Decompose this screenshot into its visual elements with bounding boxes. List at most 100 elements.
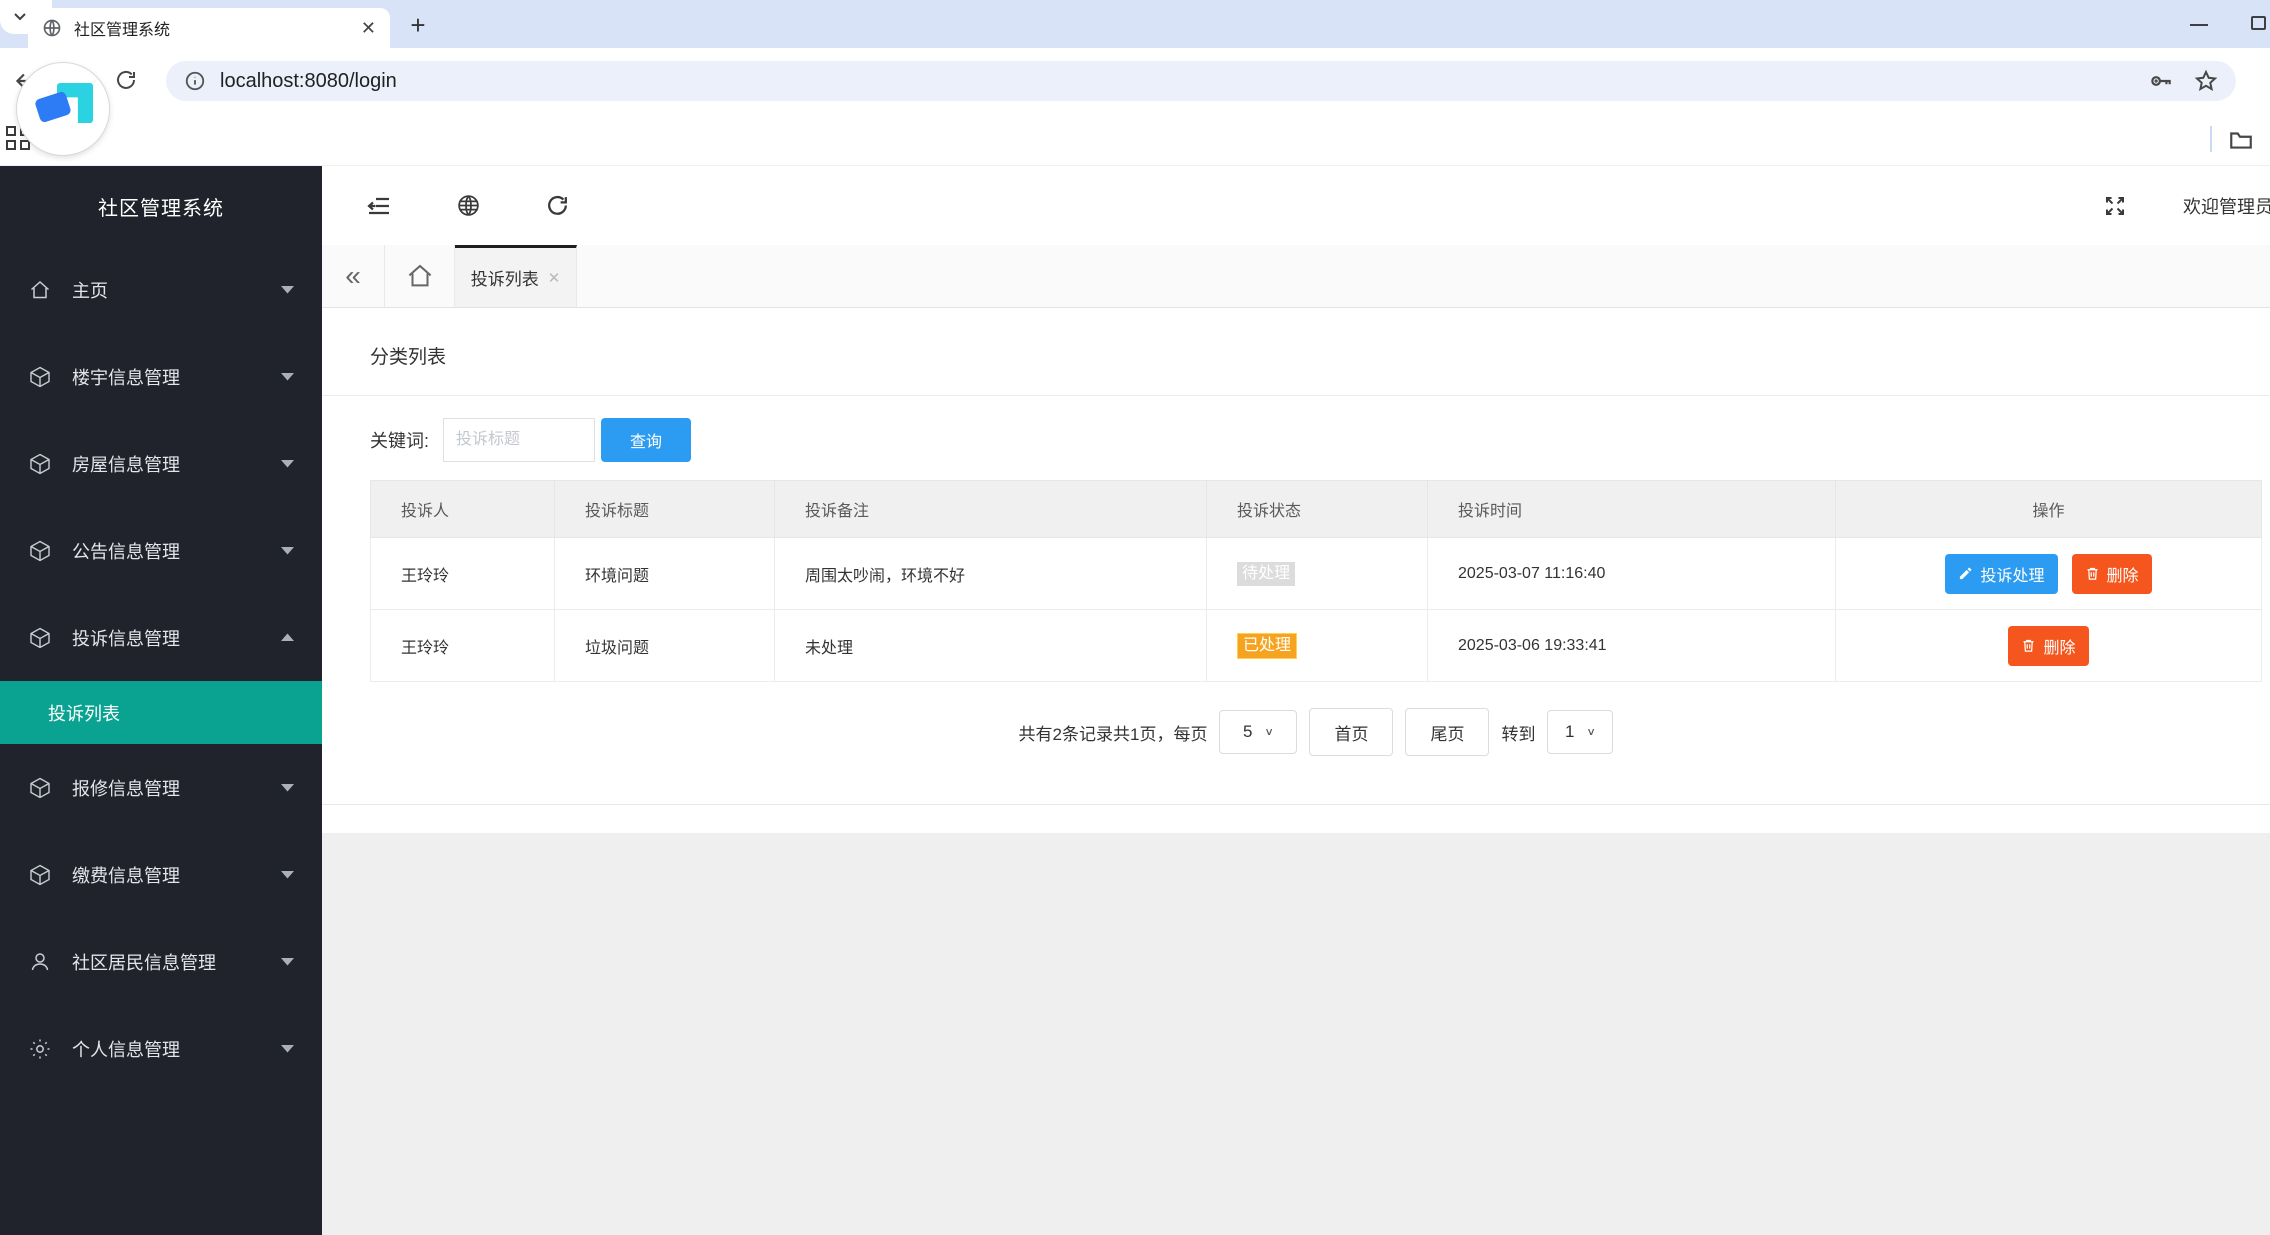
column-header: 投诉标题 [554,480,775,538]
caret-down-icon [281,870,294,879]
sidebar-item[interactable]: 房屋信息管理 [0,420,322,507]
browser-tab-strip: 社区管理系统 ✕ + [0,0,2270,48]
address-bar[interactable]: localhost:8080/login [166,61,2236,101]
last-page-button[interactable]: 尾页 [1405,708,1490,756]
search-button[interactable]: 查询 [601,418,692,462]
sidebar-item[interactable]: 楼宇信息管理 [0,333,322,420]
cell-complaint-title: 垃圾问题 [554,609,775,682]
status-badge: 已处理 [1237,632,1298,659]
divider [322,395,2270,396]
cell-actions: 删除 [1835,609,2262,682]
cell-complaint-status: 已处理 [1206,609,1428,682]
url-text[interactable]: localhost:8080/login [220,70,2148,93]
page-size-select[interactable]: 5 ∨ [1219,710,1298,754]
window-minimize-button[interactable] [2190,24,2208,26]
info-icon[interactable] [184,70,206,92]
complaint-table-wrap: 投诉人 投诉标题 投诉备注 投诉状态 投诉时间 操作 王玲玲 环境问题 周围太吵闹，环境不好 待… [370,480,2262,682]
sidebar-item[interactable]: 投诉信息管理 [0,594,322,681]
trash-icon [2021,638,2036,653]
tab-close-icon[interactable]: ✕ [361,19,376,37]
language-globe-icon[interactable] [456,193,481,218]
table-header-row: 投诉人 投诉标题 投诉备注 投诉状态 投诉时间 操作 [370,480,2262,538]
caret-down-icon [281,372,294,381]
home-tab-icon[interactable] [385,245,455,307]
sidebar-item-label: 楼宇信息管理 [72,367,180,388]
gear-icon [28,1037,52,1061]
cube-icon [28,776,52,800]
content-panel: 分类列表 关键词: 查询 投诉人投诉标题投诉备注投诉状态投诉时间操作 王玲玲环境 [322,308,2270,805]
floating-assistant-ball[interactable] [16,62,110,156]
page-background [322,833,2270,1235]
table-row: 王玲玲 垃圾问题 未处理 已处理 2025-03-06 19:33:41 删除 [370,609,2262,682]
sidebar-app-title: 社区管理系统 [98,197,224,220]
goto-page-select[interactable]: 1 ∨ [1547,710,1614,754]
delete-button[interactable]: 删除 [2071,553,2152,594]
caret-down-icon [281,459,294,468]
sidebar-item-label: 个人信息管理 [72,1039,180,1060]
keyword-input[interactable] [443,418,596,462]
caret-down-icon [281,546,294,555]
table-body: 王玲玲 环境问题 周围太吵闹，环境不好 待处理 2025-03-07 11:16:40 投… [370,537,2262,682]
sidebar-menu: 主页楼宇信息管理 房屋信息管理公告信息管理投诉信息管理投诉列表 报修信息管理 缴费信息… [0,246,322,1092]
sidebar-item[interactable]: 公告信息管理 [0,507,322,594]
sidebar-item-label: 社区居民信息管理 [72,952,216,973]
password-key-icon[interactable] [2148,68,2174,94]
keyword-label: 关键词: [370,431,430,451]
fullscreen-icon[interactable] [2103,194,2127,218]
page-title: 分类列表 [370,347,447,368]
cell-complainant: 王玲玲 [370,609,555,682]
app-header: 欢迎管理员: [322,166,2270,245]
trash-icon [2085,566,2100,581]
home-icon [28,278,52,302]
browser-tab[interactable]: 社区管理系统 ✕ [28,8,390,48]
delete-button[interactable]: 删除 [2008,625,2089,666]
column-header: 投诉备注 [774,480,1207,538]
cube-icon [28,452,52,476]
sidebar-item-label: 房屋信息管理 [72,454,180,475]
chevron-down-icon: ∨ [1264,725,1274,738]
browser-toolbar: localhost:8080/login [0,48,2270,114]
bookmark-star-icon[interactable] [2194,69,2218,93]
sidebar-item-label: 投诉信息管理 [72,628,180,649]
bookmarks-folder-icon[interactable] [2228,127,2254,153]
scroll-tabs-left-icon[interactable]: « [322,245,385,307]
window-maximize-button[interactable] [2251,16,2266,30]
cell-complainant: 王玲玲 [370,537,555,610]
sidebar-item[interactable]: 主页 [0,246,322,333]
sidebar-item[interactable]: 社区居民信息管理 [0,918,322,1005]
new-tab-button[interactable]: + [404,10,432,41]
column-header: 投诉时间 [1427,480,1836,538]
sidebar-item[interactable]: 缴费信息管理 [0,831,322,918]
tab-complaint-list[interactable]: 投诉列表 ✕ [455,245,577,307]
sidebar-subitem-complaint-list[interactable]: 投诉列表 [0,681,322,744]
tab-search-chevron-icon[interactable] [12,8,28,24]
complaint-table: 投诉人 投诉标题 投诉备注 投诉状态 投诉时间 操作 王玲玲 环境问题 周围太吵闹，环境不好 待… [370,480,2262,682]
sidebar-item[interactable]: 报修信息管理 [0,744,322,831]
caret-up-icon [281,633,294,642]
sidebar-item-label: 主页 [72,280,108,301]
reload-icon[interactable] [114,68,138,92]
favicon-globe-icon [42,18,62,38]
sidebar-item[interactable]: 个人信息管理 [0,1005,322,1092]
close-tab-icon[interactable]: ✕ [548,269,561,287]
panel-gap [322,805,2270,833]
cell-complaint-status: 待处理 [1206,537,1428,610]
pencil-icon [1958,566,1973,581]
cell-complaint-time: 2025-03-06 19:33:41 [1427,609,1836,682]
bookmarks-bar [0,114,2270,166]
handle-complaint-button[interactable]: 投诉处理 [1945,553,2058,594]
table-row: 王玲玲 环境问题 周围太吵闹，环境不好 待处理 2025-03-07 11:16:40 投… [370,537,2262,610]
refresh-icon[interactable] [545,193,570,218]
goto-label: 转到 [1501,724,1536,744]
pagination-summary: 共有2条记录共1页，每页 [1018,724,1208,744]
browser-tab-title: 社区管理系统 [74,22,171,39]
first-page-button[interactable]: 首页 [1309,708,1394,756]
user-icon [28,950,52,974]
collapse-sidebar-icon[interactable] [366,193,392,219]
cube-icon [28,365,52,389]
cube-icon [28,863,52,887]
cube-icon [28,626,52,650]
caret-down-icon [281,285,294,294]
cell-complaint-title: 环境问题 [554,537,775,610]
welcome-text: 欢迎管理员: [2182,196,2270,217]
